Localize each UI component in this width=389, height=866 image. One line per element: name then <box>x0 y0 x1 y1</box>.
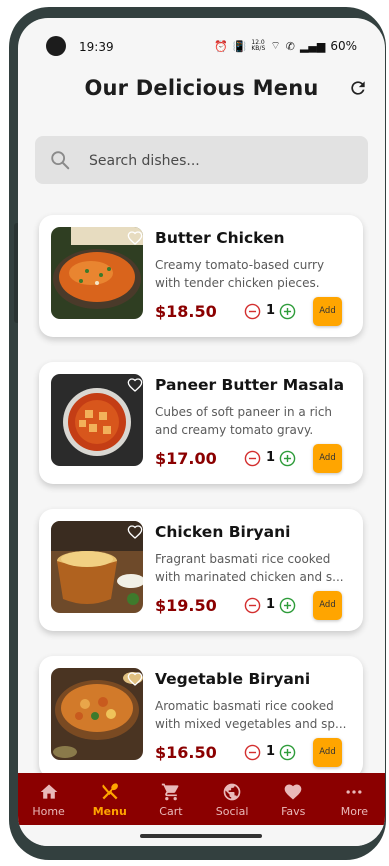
page-title: Our Delicious Menu <box>84 76 319 100</box>
call-icon: ✆ <box>285 39 295 53</box>
quantity-value: 1 <box>266 744 276 759</box>
dish-description: Creamy tomato-based curry with tender ch… <box>155 256 350 292</box>
globe-icon <box>223 783 241 801</box>
home-icon <box>40 784 57 799</box>
menu-card[interactable]: Butter Chicken Creamy tomato-based curry… <box>39 215 363 337</box>
nav-label: Social <box>215 805 249 818</box>
desc-line-1: Creamy tomato-based curry <box>155 258 325 272</box>
status-bar: 19:39 ⏰ 📳 12.0 KB/S ⌔ ✆ ▂▄▆ 60% <box>18 18 385 60</box>
dish-image <box>51 227 143 319</box>
vibrate-icon: 📳 <box>232 39 247 53</box>
refresh-icon <box>351 81 365 95</box>
increase-qty-icon[interactable] <box>279 450 296 467</box>
menu-card[interactable]: Vegetable Biryani Aromatic basmati rice … <box>39 656 363 778</box>
decrease-qty-icon[interactable] <box>244 450 261 467</box>
nav-item-social[interactable]: Social <box>202 773 263 825</box>
increase-qty-icon[interactable] <box>279 597 296 614</box>
fork-knife-icon <box>102 783 118 800</box>
nav-label: Cart <box>159 805 183 818</box>
dish-name: Chicken Biryani <box>155 523 291 541</box>
nav-label: Favs <box>281 805 306 818</box>
decrease-qty-icon[interactable] <box>244 597 261 614</box>
decrease-qty-icon[interactable] <box>244 303 261 320</box>
add-to-cart-button[interactable]: Add <box>313 297 342 326</box>
dish-price: $18.50 <box>155 302 217 321</box>
desc-line-2: and creamy tomato gravy. <box>155 423 314 437</box>
increase-qty-icon[interactable] <box>279 303 296 320</box>
dish-name: Butter Chicken <box>155 229 285 247</box>
search-input[interactable] <box>87 146 356 176</box>
desc-line-1: Cubes of soft paneer in a rich <box>155 405 333 419</box>
add-to-cart-button[interactable]: Add <box>313 591 342 620</box>
add-to-cart-button[interactable]: Add <box>313 444 342 473</box>
favorite-heart-icon[interactable] <box>127 671 143 687</box>
menu-card[interactable]: Chicken Biryani Fragrant basmati rice co… <box>39 509 363 631</box>
quantity-value: 1 <box>266 303 276 318</box>
dish-description: Fragrant basmati rice cooked with marina… <box>155 550 350 586</box>
desc-line-2: with tender chicken pieces. <box>155 276 320 290</box>
nav-item-favs[interactable]: Favs <box>263 773 324 825</box>
system-icons: ⏰ 📳 12.0 KB/S ⌔ ✆ ▂▄▆ 60% <box>214 39 357 53</box>
dish-price: $17.00 <box>155 449 217 468</box>
dish-description: Cubes of soft paneer in a rich and cream… <box>155 403 350 439</box>
dish-name: Paneer Butter Masala <box>155 376 345 394</box>
dish-description: Aromatic basmati rice cooked with mixed … <box>155 697 350 733</box>
dish-image <box>51 374 143 466</box>
dish-price: $19.50 <box>155 596 217 615</box>
status-time: 19:39 <box>79 40 114 54</box>
dish-price: $16.50 <box>155 743 217 762</box>
favorite-heart-icon[interactable] <box>127 524 143 540</box>
nav-item-cart[interactable]: Cart <box>140 773 201 825</box>
cart-icon <box>161 783 179 801</box>
search-bar[interactable] <box>35 136 368 184</box>
increase-qty-icon[interactable] <box>279 744 296 761</box>
nav-label: Home <box>32 805 65 818</box>
nav-item-more[interactable]: More <box>324 773 385 825</box>
nav-label: More <box>340 805 369 818</box>
alarm-icon: ⏰ <box>213 39 228 53</box>
favorite-heart-icon[interactable] <box>127 377 143 393</box>
home-gesture-bar[interactable] <box>140 834 262 838</box>
app-screen: 19:39 ⏰ 📳 12.0 KB/S ⌔ ✆ ▂▄▆ 60% Our Deli… <box>18 18 385 846</box>
desc-line-2: with marinated chicken and s... <box>155 570 344 584</box>
desc-line-1: Aromatic basmati rice cooked <box>155 699 334 713</box>
bottom-nav: Home Menu Cart Social Favs More <box>18 773 385 825</box>
dish-image <box>51 668 143 760</box>
refresh-button[interactable] <box>348 78 368 104</box>
decrease-qty-icon[interactable] <box>244 744 261 761</box>
front-camera <box>46 36 66 56</box>
quantity-value: 1 <box>266 450 276 465</box>
nav-item-home[interactable]: Home <box>18 773 79 825</box>
search-icon <box>51 151 70 170</box>
wifi-icon: ⌔ <box>270 39 281 52</box>
battery-level: 60% <box>330 39 357 53</box>
heart-icon <box>284 784 302 800</box>
add-to-cart-button[interactable]: Add <box>313 738 342 767</box>
favorite-heart-icon[interactable] <box>127 230 143 246</box>
quantity-value: 1 <box>266 597 276 612</box>
nav-item-menu[interactable]: Menu <box>79 773 140 825</box>
menu-card[interactable]: Paneer Butter Masala Cubes of soft panee… <box>39 362 363 484</box>
nav-label: Menu <box>92 805 127 818</box>
desc-line-2: with mixed vegetables and sp... <box>155 717 347 731</box>
signal-icon: ▂▄▆ <box>299 39 326 53</box>
more-icon <box>346 790 362 794</box>
dish-name: Vegetable Biryani <box>155 670 311 688</box>
desc-line-1: Fragrant basmati rice cooked <box>155 552 331 566</box>
dish-image <box>51 521 143 613</box>
net-speed: 12.0 KB/S <box>251 39 266 52</box>
